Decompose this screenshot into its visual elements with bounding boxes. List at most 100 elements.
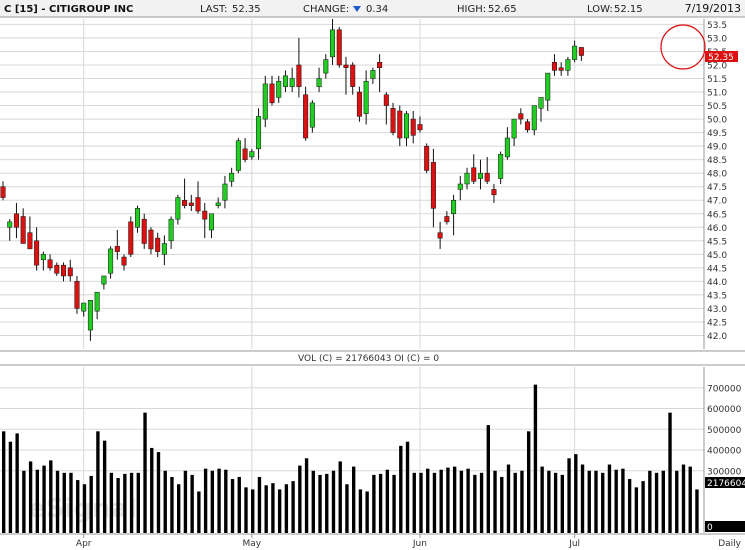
candle-body <box>148 229 154 250</box>
volume-bar <box>378 473 383 533</box>
candle-body <box>309 102 315 128</box>
candle-body <box>47 259 53 269</box>
volume-bar <box>473 474 477 533</box>
price-axis: 42.0 42.5 43.0 43.5 44.0 44.5 45.0 45.5 46.0 46.5… <box>703 19 727 349</box>
price-tick-label: 51.0 <box>707 89 727 99</box>
candle-body <box>444 216 450 223</box>
candle-body <box>121 256 127 266</box>
volume-panel: eSignal 300000400000500000600000700000 2… <box>0 367 745 533</box>
candle-body <box>397 110 403 139</box>
candle-body <box>101 275 107 285</box>
candle-body <box>363 80 369 114</box>
volume-bar <box>62 472 66 533</box>
x-tick-label: Jul <box>568 539 580 549</box>
candle-body <box>141 218 147 244</box>
price-tick-label: 50.5 <box>707 102 727 112</box>
volume-bar <box>365 491 369 533</box>
volume-last-label: 21766043 <box>707 479 745 489</box>
volume-bar <box>109 472 114 533</box>
volume-bar <box>96 431 100 533</box>
volume-bar <box>553 472 558 533</box>
candle-body <box>390 108 396 133</box>
candle-body <box>551 62 557 71</box>
candle-body <box>350 64 356 87</box>
candle-body <box>67 267 73 277</box>
candle-body <box>256 116 262 150</box>
volume-bar <box>627 479 632 533</box>
volume-bar <box>547 470 551 533</box>
candle-body <box>235 140 241 171</box>
volume-title: VOL (C) = 21766043 OI (C) = 0 <box>298 354 439 364</box>
volume-bar <box>129 472 134 533</box>
volume-bar <box>2 431 6 533</box>
price-tick-label: 45.0 <box>707 251 727 261</box>
volume-bar <box>486 425 490 533</box>
candle-body <box>161 243 167 255</box>
volume-bar <box>681 464 686 533</box>
volume-bar <box>520 470 524 533</box>
price-tick-label: 43.0 <box>707 305 727 315</box>
volume-bar <box>8 441 13 533</box>
candle-body <box>457 183 463 190</box>
candle-body <box>242 148 248 160</box>
volume-bar <box>675 470 679 533</box>
volume-bar <box>42 465 46 533</box>
volume-bar <box>284 484 289 533</box>
highlight-circle <box>660 24 706 70</box>
candle-body <box>74 281 80 309</box>
candle-body <box>464 172 470 185</box>
price-tick-label: 50.0 <box>707 116 727 126</box>
price-tick-label: 48.0 <box>707 170 727 180</box>
volume-bar <box>500 476 504 533</box>
candle-body <box>451 199 457 215</box>
volume-bar <box>203 468 208 533</box>
candle-body <box>54 264 60 274</box>
candle-body <box>417 124 423 131</box>
candle-body <box>558 67 564 71</box>
candle-body <box>87 300 93 331</box>
volume-bar <box>237 476 241 533</box>
chart-title: C [15] - CITIGROUP INC <box>4 4 133 15</box>
volume-bar <box>405 441 410 533</box>
price-tick-label: 43.5 <box>707 291 727 301</box>
volume-bar <box>601 472 605 533</box>
volume-tick-label: 700000 <box>707 384 742 394</box>
candle-body <box>565 59 571 71</box>
volume-bar <box>190 474 194 533</box>
volume-bar <box>102 440 107 533</box>
candle-body <box>249 151 255 158</box>
low-value: 52.15 <box>614 4 643 15</box>
candle-body <box>81 302 87 312</box>
volume-bar <box>668 412 672 533</box>
volume-bar <box>594 470 598 533</box>
candle-body <box>0 186 6 198</box>
candle-body <box>330 29 336 58</box>
candle-body <box>336 29 342 66</box>
candle-body <box>27 232 33 250</box>
volume-bar <box>392 474 396 533</box>
candle-body <box>195 197 201 212</box>
candle-body <box>430 162 436 209</box>
volume-last-tag: 21766043 <box>705 477 745 489</box>
price-panel: 42.0 42.5 43.0 43.5 44.0 44.5 45.0 45.5 46.0 46.5… <box>0 19 738 533</box>
volume-axis: 300000 400000 500000 600000 700000 <box>703 367 742 533</box>
volume-tick-label: 300000 <box>707 467 742 477</box>
price-tick-label: 44.5 <box>707 264 727 274</box>
candle-body <box>484 172 490 182</box>
volume-bar <box>439 469 443 533</box>
volume-bar <box>493 470 497 533</box>
volume-bar <box>607 464 612 533</box>
candle-body <box>545 72 551 101</box>
volume-bar <box>506 464 511 533</box>
volume-bar <box>143 412 147 533</box>
candle-body <box>410 118 416 136</box>
candle-body <box>269 83 275 104</box>
price-tick-label: 49.0 <box>707 143 727 153</box>
candle-body <box>7 221 13 228</box>
volume-bar <box>372 474 376 533</box>
last-value: 52.35 <box>232 4 261 15</box>
price-tick-label: 53.0 <box>707 34 727 44</box>
volume-bar <box>264 485 268 533</box>
candle-body <box>538 97 544 109</box>
candle-body <box>356 91 362 117</box>
